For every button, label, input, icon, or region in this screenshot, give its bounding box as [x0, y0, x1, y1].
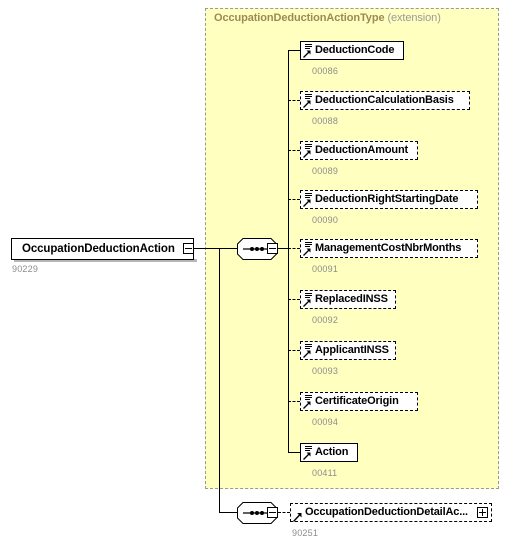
root-element-label: OccupationDeductionAction	[22, 243, 175, 255]
element-label: DeductionRightStartingDate	[315, 193, 459, 205]
detail-element-expand-toggle[interactable]	[477, 507, 488, 518]
element-label: OccupationDeductionDetailAc...	[305, 506, 468, 518]
connector-to-sequence-main	[219, 248, 237, 249]
element-icon-arrow	[303, 452, 311, 460]
element-icon-arrow	[303, 100, 311, 108]
element-icon-bars	[305, 193, 312, 199]
element-caption: 00094	[312, 417, 339, 427]
element-icon-arrow	[303, 50, 311, 58]
element-label: DeductionCode	[315, 44, 395, 56]
xsd-schema-diagram: OccupationDeductionActionType (extension…	[0, 0, 523, 544]
element-icon-bars	[305, 293, 312, 299]
connector-detail-element	[278, 512, 290, 513]
complex-type-derivation: (extension)	[387, 12, 441, 24]
element-node-applicantinss[interactable]: ApplicantINSS	[300, 341, 398, 362]
element-icon-arrow	[303, 299, 311, 307]
element-icon	[302, 343, 314, 358]
element-icon-arrow	[303, 350, 311, 358]
element-label: DeductionAmount	[315, 144, 409, 156]
element-caption: 00086	[312, 66, 339, 76]
connector-action	[288, 452, 300, 453]
element-icon	[302, 394, 314, 409]
connector-deductionamount	[288, 150, 300, 151]
element-node-replacedinss[interactable]: ReplacedINSS	[300, 290, 398, 311]
element-node-action[interactable]: Action	[300, 443, 360, 464]
element-icon-bars	[305, 242, 312, 248]
connector-deductioncalculationbasis	[288, 100, 300, 101]
root-element-caption: 90229	[12, 264, 39, 274]
connector-root-out	[194, 248, 220, 249]
element-icon	[302, 43, 314, 58]
reference-icon-arrow	[292, 513, 302, 522]
element-icon	[302, 292, 314, 307]
element-label: CertificateOrigin	[315, 395, 399, 407]
element-label: ApplicantINSS	[315, 344, 389, 356]
element-icon-bars	[305, 446, 312, 452]
connector-managementcostnbrmonths	[288, 248, 300, 249]
element-caption: 00090	[312, 215, 339, 225]
connector-trunk-vertical	[219, 248, 220, 513]
element-node-deductioncalculationbasis[interactable]: DeductionCalculationBasis	[300, 91, 472, 112]
element-label: DeductionCalculationBasis	[315, 94, 454, 106]
sequence-detail-collapse-toggle[interactable]	[267, 507, 278, 518]
element-caption: 00093	[312, 366, 339, 376]
element-icon-bars	[305, 395, 312, 401]
element-label: ManagementCostNbrMonths	[315, 242, 462, 254]
connector-deductionrightstartingdate	[288, 199, 300, 200]
element-icon	[302, 445, 314, 460]
element-icon-bars	[305, 44, 312, 50]
complex-type-name: OccupationDeductionActionType	[214, 12, 385, 24]
element-node-occupationdeductiondetailaction[interactable]: OccupationDeductionDetailAc...	[290, 503, 494, 524]
element-node-deductionamount[interactable]: DeductionAmount	[300, 141, 420, 162]
element-node-deductionrightstartingdate[interactable]: DeductionRightStartingDate	[300, 190, 480, 211]
element-caption: 00088	[312, 116, 339, 126]
reference-icon	[292, 509, 302, 522]
element-icon-bars	[305, 94, 312, 100]
connector-deductioncode	[288, 50, 300, 51]
element-icon	[302, 143, 314, 158]
element-icon-arrow	[303, 248, 311, 256]
element-icon-arrow	[303, 401, 311, 409]
element-node-deductioncode[interactable]: DeductionCode	[300, 41, 406, 62]
element-icon-arrow	[303, 199, 311, 207]
element-icon-bars	[305, 344, 312, 350]
connector-applicantinss	[288, 350, 300, 351]
element-label: ReplacedINSS	[315, 293, 388, 305]
element-node-managementcostnbrmonths[interactable]: ManagementCostNbrMonths	[300, 239, 480, 260]
element-node-certificateorigin[interactable]: CertificateOrigin	[300, 392, 420, 413]
element-caption: 00091	[312, 264, 339, 274]
element-icon	[302, 192, 314, 207]
element-icon-arrow	[303, 150, 311, 158]
element-caption: 00089	[312, 166, 339, 176]
root-collapse-toggle[interactable]	[183, 243, 194, 254]
connector-certificateorigin	[288, 401, 300, 402]
sequence-main-collapse-toggle[interactable]	[267, 243, 278, 254]
element-icon	[302, 93, 314, 108]
element-label: Action	[315, 446, 349, 458]
connector-replacedinss	[288, 299, 300, 300]
element-icon	[302, 241, 314, 256]
root-element-node[interactable]: OccupationDeductionAction	[11, 238, 194, 260]
complex-type-title: OccupationDeductionActionType (extension…	[214, 12, 441, 24]
element-caption: 00411	[312, 468, 338, 478]
element-caption: 00092	[312, 315, 339, 325]
element-icon-bars	[305, 144, 312, 150]
connector-to-sequence-detail	[219, 512, 237, 513]
connector-children-bus	[288, 50, 289, 453]
element-caption: 90251	[292, 528, 319, 538]
